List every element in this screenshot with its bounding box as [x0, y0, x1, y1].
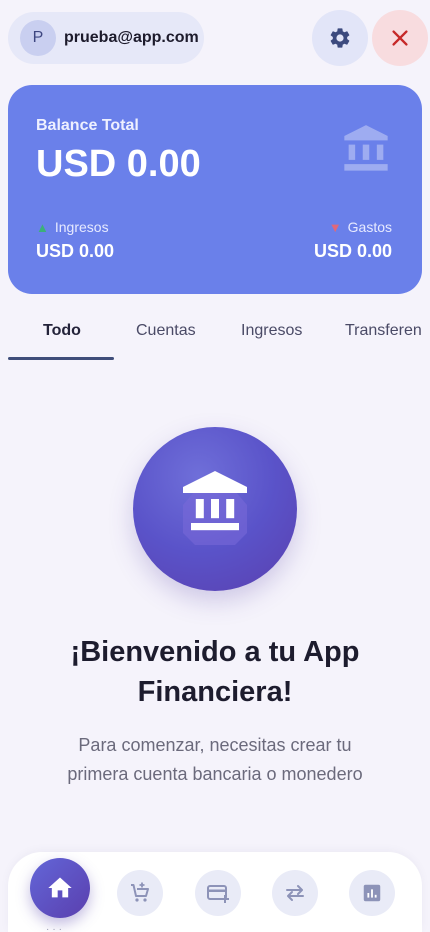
- close-icon: [392, 30, 408, 46]
- arrow-down-icon: ▼: [328, 219, 342, 235]
- settings-button[interactable]: [312, 10, 368, 66]
- hero-bank-badge: [133, 427, 297, 591]
- tab-bar: Todo Cuentas Ingresos Transferen: [0, 310, 430, 360]
- welcome-title: ¡Bienvenido a tu App Financiera!: [70, 636, 360, 708]
- chart-icon: [363, 884, 381, 902]
- home-icon: [48, 877, 72, 898]
- balance-amount: USD 0.00: [36, 143, 201, 185]
- tab-cuentas[interactable]: Cuentas: [136, 322, 196, 340]
- bottom-nav: ···: [8, 852, 422, 932]
- income-label: Ingresos: [54, 219, 109, 235]
- close-button[interactable]: [372, 10, 428, 66]
- user-email: prueba@app.com: [64, 29, 199, 46]
- balance-card: Balance Total USD 0.00 ▲ Ingresos USD 0.…: [8, 85, 422, 294]
- expense-summary: ▼ Gastos USD 0.00: [314, 219, 392, 262]
- arrow-up-icon: ▲: [36, 219, 49, 235]
- nav-reports-button[interactable]: [349, 870, 395, 916]
- expense-amount: USD 0.00: [313, 241, 392, 261]
- balance-label: Balance Total: [36, 117, 139, 134]
- add-card-icon: [207, 885, 229, 903]
- tab-ingresos[interactable]: Ingresos: [241, 322, 302, 340]
- header: P prueba@app.com: [8, 10, 428, 66]
- nav-add-card-button[interactable]: [195, 870, 241, 916]
- bank-icon: [344, 125, 388, 171]
- welcome-subtitle: Para comenzar, necesitas crear tu primer…: [67, 735, 363, 784]
- page-indicator-dots: ···: [46, 924, 65, 932]
- nav-add-cart-button[interactable]: [117, 870, 163, 916]
- tab-transferencias[interactable]: Transferen: [345, 322, 422, 340]
- avatar: P: [20, 20, 56, 56]
- nav-home-button[interactable]: [30, 858, 90, 918]
- expense-label: Gastos: [347, 219, 392, 235]
- income-summary: ▲ Ingresos USD 0.00: [36, 219, 114, 262]
- tab-todo[interactable]: Todo: [43, 322, 81, 340]
- income-amount: USD 0.00: [36, 241, 115, 261]
- bank-icon: [183, 471, 247, 545]
- transfer-icon: [286, 885, 304, 901]
- tab-indicator: [8, 357, 114, 360]
- gear-icon: [330, 28, 350, 48]
- user-chip[interactable]: P prueba@app.com: [8, 12, 204, 64]
- nav-transfer-button[interactable]: [272, 870, 318, 916]
- add-cart-icon: [131, 882, 149, 902]
